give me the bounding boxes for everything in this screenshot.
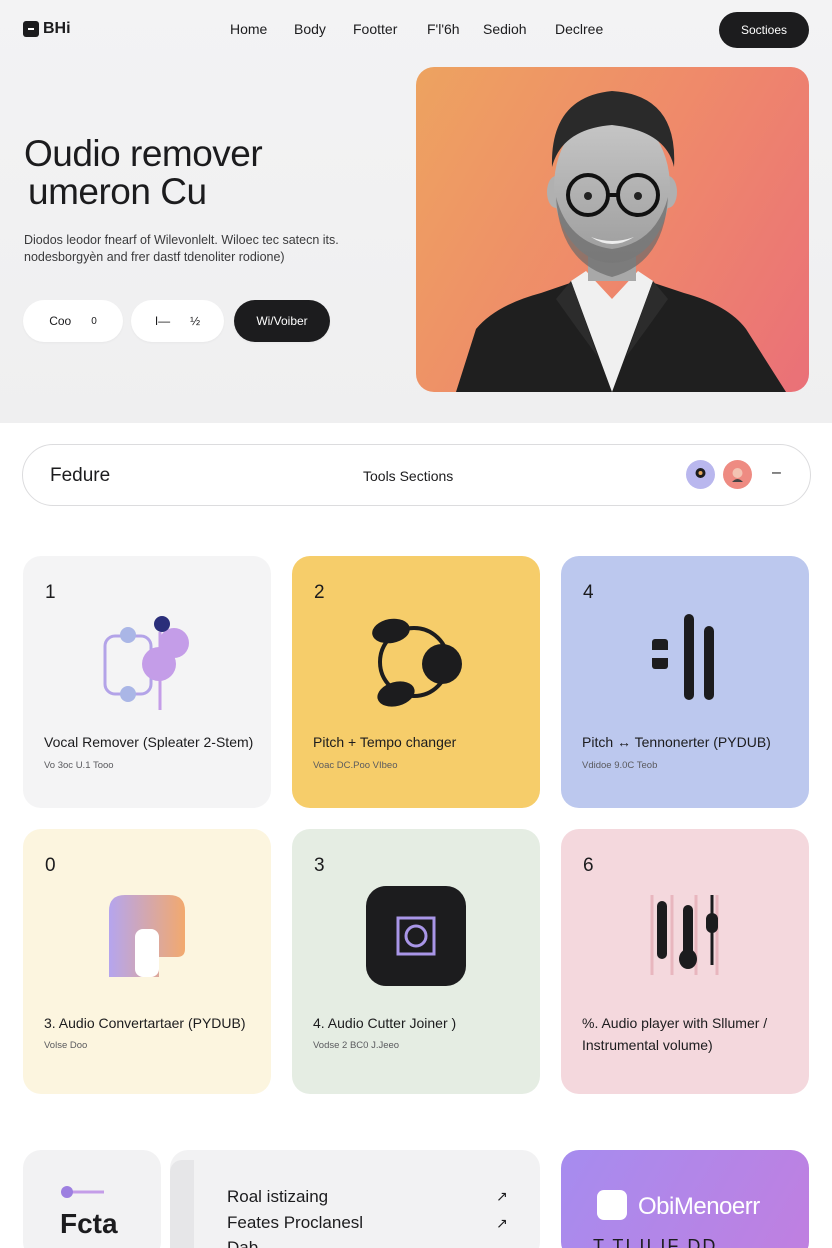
nav-link-declree[interactable]: Declree xyxy=(555,21,603,37)
card-number: 0 xyxy=(45,855,56,876)
card-subtitle: Voac DC.Poo VIbeo xyxy=(313,760,398,771)
hero-title-line1: Oudio remover xyxy=(24,133,263,174)
tool-card-4[interactable]: 4 Pitch ↔ Tennonerter (PYDUB) Vdidoe 9.0… xyxy=(561,556,809,808)
nav-cta-button[interactable]: Soctioes xyxy=(719,12,809,48)
card-subtitle: Vodse 2 BC0 J.Jeeo xyxy=(313,1040,400,1051)
hero-pill-button-2[interactable]: I— ½ xyxy=(131,300,224,342)
tool-card-1[interactable]: 1 Vocal Remover (Spleater 2-Stem) Vo 3oc… xyxy=(23,556,271,808)
collapse-icon[interactable]: – xyxy=(772,464,781,482)
hero-pill-button-1[interactable]: Coo 0 xyxy=(23,300,123,342)
feature-line-3[interactable]: Dab xyxy=(227,1238,258,1248)
card-title: 3. Audio Convertartaer (PYDUB) xyxy=(44,1015,246,1031)
hero-primary-button[interactable]: Wi/Voiber xyxy=(234,300,330,342)
card-number: 3 xyxy=(314,855,325,876)
avatar-1[interactable] xyxy=(686,460,715,489)
portrait-illustration xyxy=(456,91,786,392)
logo-icon xyxy=(23,21,39,37)
card-title: 4. Audio Cutter Joiner ) xyxy=(313,1015,457,1031)
features-label: Fedure xyxy=(50,465,111,486)
card-title: Vocal Remover (Spleater 2-Stem) xyxy=(44,734,254,750)
tool-card-2[interactable]: 2 Pitch + Tempo changer Voac DC.Poo VIbe… xyxy=(292,556,540,808)
tool-card-0[interactable]: 0 3. Audio Convertartaer (PYDUB) Volse D… xyxy=(23,829,271,1094)
card-title: Pitch ↔ Tennonerter (PYDUB) xyxy=(582,734,771,750)
arrow-icon[interactable]: ↗ xyxy=(496,1215,508,1232)
arrow-icon[interactable]: ↗ xyxy=(496,1188,508,1205)
nav-link-footer[interactable]: Footter xyxy=(353,21,397,37)
hero-description: Diodos leodor fnearf of Wilevonlelt. Wil… xyxy=(24,232,364,266)
card-title: %. Audio player with Sllumer / Instrumen… xyxy=(582,1015,768,1053)
sound-bars-icon xyxy=(652,614,714,700)
feature-line-1[interactable]: Roal istizaing xyxy=(227,1187,328,1207)
nav-link-body[interactable]: Body xyxy=(294,21,326,37)
slider-icon xyxy=(61,1186,104,1198)
list-scrollbar[interactable] xyxy=(170,1160,194,1248)
card-number: 1 xyxy=(45,582,56,603)
tool-card-6[interactable]: 6 %. Audio player with Sllumer / Instrum… xyxy=(561,829,809,1094)
card-subtitle: Vo 3oc U.1 Tooo xyxy=(44,760,114,771)
primary-button-label: Wi/Voiber xyxy=(256,314,308,328)
brand-name: BHi xyxy=(43,20,71,37)
pill1-label: Coo xyxy=(49,314,72,328)
brand-logo[interactable]: BHi xyxy=(23,20,71,38)
avatar-2-face-icon xyxy=(732,468,743,482)
brand-card-title: ObiMenoerr xyxy=(638,1193,760,1220)
card-number: 6 xyxy=(583,855,594,876)
feature-list-card xyxy=(170,1150,540,1248)
nav-link-home[interactable]: Home xyxy=(230,21,267,37)
brand-square-icon xyxy=(597,1190,627,1220)
feature-title: Fcta xyxy=(60,1208,118,1239)
hero-desc-line1: Diodos leodor fnearf of Wilevonlelt. Wil… xyxy=(24,233,339,247)
vocal-split-icon xyxy=(103,616,189,710)
feature-line-2[interactable]: Feates Proclanesl xyxy=(227,1213,363,1233)
cutter-square-icon xyxy=(366,886,466,986)
top-nav: BHi Home Body Footter F'l'6h Sedioh Decl… xyxy=(0,0,832,60)
avatar-2[interactable] xyxy=(723,460,752,489)
card-subtitle: Vdidoe 9.0C Teob xyxy=(582,760,658,771)
tool-card-3[interactable]: 3 4. Audio Cutter Joiner ) Vodse 2 BC0 J… xyxy=(292,829,540,1094)
pill1-value: 0 xyxy=(91,315,97,327)
nav-link-4[interactable]: F'l'6h xyxy=(427,21,460,37)
hero-title-line2: umeron Cu xyxy=(28,171,207,212)
tools-sections-label[interactable]: Tools Sections xyxy=(363,468,453,484)
tools-section-bar: Fedure Tools Sections – xyxy=(22,444,811,506)
pill2-value: ½ xyxy=(190,314,201,328)
brand-card-subtitle: T TI II IF DD xyxy=(593,1236,718,1248)
hero-portrait-image xyxy=(416,67,809,392)
card-title: Pitch + Tempo changer xyxy=(313,734,457,750)
avatar-1-face-icon xyxy=(695,468,706,478)
nav-link-section[interactable]: Sedioh xyxy=(483,21,527,37)
pitch-knob-icon xyxy=(372,618,462,707)
pill2-label: I— xyxy=(154,314,171,328)
card-subtitle: Volse Doo xyxy=(44,1040,88,1051)
mixer-sliders-icon xyxy=(650,895,719,975)
card-number: 2 xyxy=(314,582,325,603)
hero-desc-line2: nodesborgyèn and frer dastf tdenoliter r… xyxy=(24,250,285,264)
card-number: 4 xyxy=(583,582,594,603)
hero-title: Oudio remover umeron Cu xyxy=(24,135,384,211)
converter-icon xyxy=(109,895,185,977)
